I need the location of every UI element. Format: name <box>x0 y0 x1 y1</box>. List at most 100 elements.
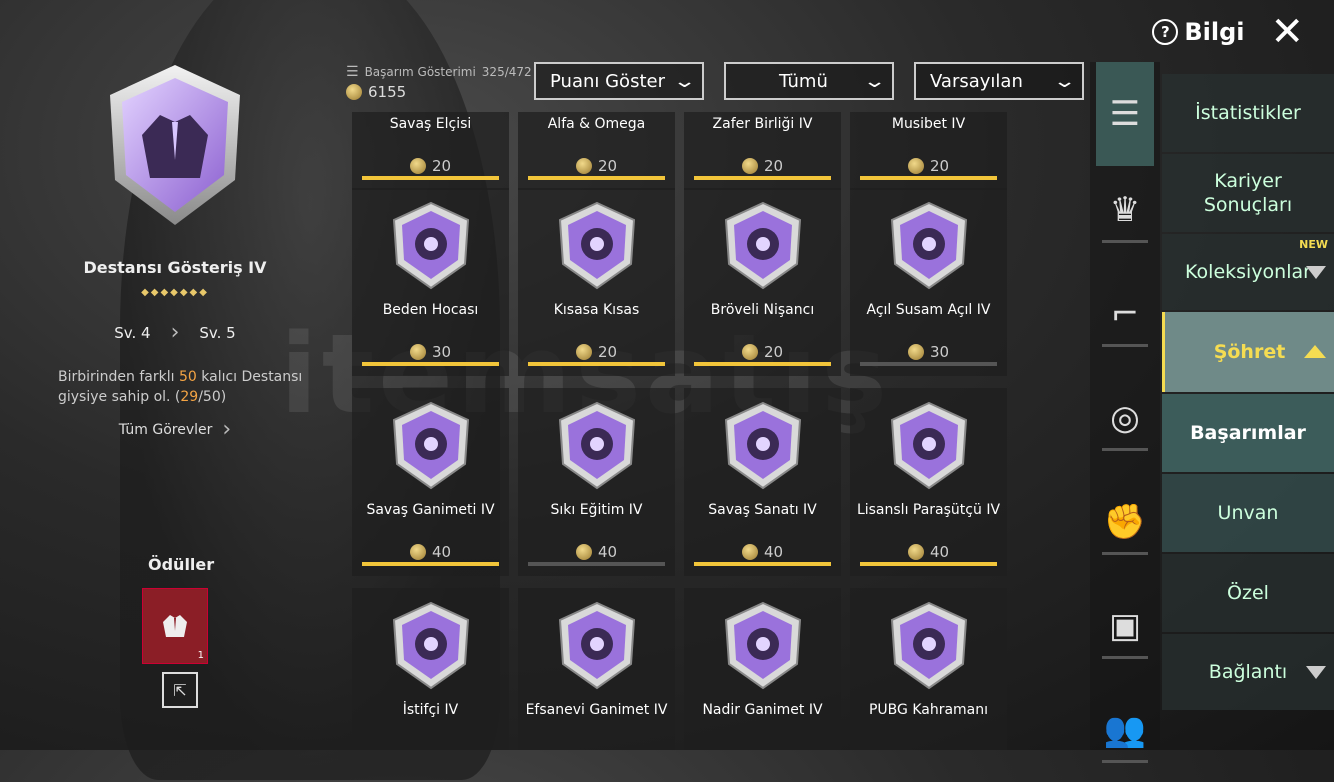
achievement-card[interactable]: Zafer Birliği IV 20 <box>684 112 841 190</box>
list-icon: ☰ <box>346 64 359 80</box>
achievement-card[interactable]: İstifçi IV <box>352 588 509 750</box>
achievement-card[interactable]: Efsanevi Ganimet IV <box>518 588 675 750</box>
coin-icon <box>907 544 924 560</box>
achievement-card[interactable]: Açıl Susam Açıl IV 30 <box>850 188 1007 376</box>
progress-fill <box>694 176 831 180</box>
coin-icon <box>575 544 592 560</box>
achievement-card[interactable]: Savaş Sanatı IV 40 <box>684 388 841 576</box>
achievement-card[interactable]: Kısasa Kısas 20 <box>518 188 675 376</box>
selected-achievement-panel: Destansı Gösteriş IV ◆◆◆◆◆◆◆ Sv. 4 › Sv.… <box>40 60 310 442</box>
desc-part: Birbirinden farklı <box>58 369 179 385</box>
coin-icon <box>409 544 426 560</box>
help-button[interactable]: ? Bilgi <box>1152 18 1244 46</box>
all-tasks-link[interactable]: Tüm Görevler › <box>40 417 310 442</box>
triangle-down-icon <box>1306 666 1326 679</box>
menu-title[interactable]: Unvan <box>1162 474 1334 552</box>
top-bar: ? Bilgi ✕ <box>1152 12 1304 52</box>
achievement-progress-bar <box>528 562 665 566</box>
achievement-progress-bar <box>860 562 997 566</box>
achievement-points-value: 20 <box>431 157 452 175</box>
achievement-card[interactable]: Bröveli Nişancı 20 <box>684 188 841 376</box>
stats-value: 325/472 <box>481 65 532 79</box>
tab-divider <box>1102 343 1148 347</box>
achievement-points: 20 <box>352 157 509 175</box>
achievement-points: 40 <box>352 543 509 561</box>
achievement-card[interactable]: Nadir Ganimet IV <box>684 588 841 750</box>
coin-icon <box>741 544 758 560</box>
share-button[interactable]: ⇱ <box>162 672 198 708</box>
achievement-title: Zafer Birliği IV <box>712 116 813 132</box>
achievement-progress-bar <box>694 562 831 566</box>
achievement-points: 20 <box>684 343 841 361</box>
progress-fill <box>528 176 665 180</box>
menu-special[interactable]: Özel <box>1162 554 1334 632</box>
achievement-points: 20 <box>518 157 675 175</box>
category-tab-list[interactable]: ☰ <box>1096 62 1154 166</box>
right-menu: İstatistikler Kariyer Sonuçları NEW Kole… <box>1162 62 1334 750</box>
achievement-badge-icon <box>392 601 470 690</box>
achievement-card[interactable]: Sıkı Eğitim IV 40 <box>518 388 675 576</box>
stats-label: Başarım Gösterimi <box>364 65 476 79</box>
achievement-title: Alfa & Omega <box>547 116 646 132</box>
achievement-card[interactable]: Beden Hocası 30 <box>352 188 509 376</box>
level-progression: Sv. 4 › Sv. 5 <box>40 320 310 345</box>
achievement-title: PUBG Kahramanı <box>868 702 989 718</box>
achievement-badge-icon <box>890 201 968 290</box>
coin-icon <box>741 344 758 360</box>
tab-divider <box>1102 759 1148 763</box>
question-icon: ? <box>1152 19 1179 45</box>
sort-dropdown[interactable]: Varsayılan ⌄ <box>914 62 1084 100</box>
menu-fame[interactable]: Şöhret <box>1162 312 1334 392</box>
rewards-title: Ödüller <box>148 555 215 574</box>
menu-connection-label: Bağlantı <box>1208 661 1288 683</box>
achievement-points-value: 40 <box>431 543 452 561</box>
achievement-points-value: 30 <box>929 343 950 361</box>
achievement-points: 40 <box>850 543 1007 561</box>
menu-collections-label: Koleksiyonlar <box>1185 261 1311 283</box>
muscle-icon: ✊ <box>1103 501 1147 542</box>
achievement-points-value: 20 <box>597 343 618 361</box>
achievement-progress-bar <box>362 362 499 366</box>
category-tab-crown[interactable]: ♛ <box>1096 170 1154 262</box>
achievement-title: Bröveli Nişancı <box>710 302 815 318</box>
chevron-right-icon: › <box>222 417 232 442</box>
category-filter-dropdown[interactable]: Tümü ⌄ <box>724 62 894 100</box>
close-button[interactable]: ✕ <box>1270 12 1304 52</box>
progress-fill <box>528 362 665 366</box>
reward-item[interactable]: 1 <box>142 588 208 664</box>
menu-collections[interactable]: NEW Koleksiyonlar <box>1162 234 1334 310</box>
category-tab-pistol[interactable]: ⌐ <box>1096 274 1154 366</box>
tab-divider <box>1102 447 1148 451</box>
achievement-points-value: 30 <box>431 343 452 361</box>
achievement-progress-bar <box>362 562 499 566</box>
achievement-card[interactable]: Musibet IV 20 <box>850 112 1007 190</box>
achievement-card[interactable]: Alfa & Omega 20 <box>518 112 675 190</box>
jacket-icon <box>163 615 187 637</box>
achievement-points-value: 20 <box>763 157 784 175</box>
crown-icon: ♛ <box>1109 189 1141 230</box>
achievement-title: Beden Hocası <box>382 302 479 318</box>
list-icon: ☰ <box>1109 94 1141 134</box>
category-tab-crate[interactable]: ▣ <box>1096 586 1154 678</box>
menu-statistics[interactable]: İstatistikler <box>1162 74 1334 152</box>
category-tab-muscle[interactable]: ✊ <box>1096 482 1154 574</box>
achievement-points: 20 <box>684 157 841 175</box>
achievement-points-value: 20 <box>763 343 784 361</box>
achievement-card[interactable]: PUBG Kahramanı <box>850 588 1007 750</box>
menu-connection[interactable]: Bağlantı <box>1162 634 1334 710</box>
achievement-progress-bar <box>528 176 665 180</box>
achievement-points: 40 <box>684 543 841 561</box>
tab-divider <box>1102 239 1148 243</box>
progress-fill <box>362 176 499 180</box>
menu-achievements[interactable]: Başarımlar <box>1162 394 1334 472</box>
achievement-progress-bar <box>362 176 499 180</box>
category-tab-friends[interactable]: 👥 <box>1096 690 1154 782</box>
achievement-card[interactable]: Lisanslı Paraşütçü IV 40 <box>850 388 1007 576</box>
achievement-points-value: 40 <box>763 543 784 561</box>
achievement-card[interactable]: Savaş Elçisi 20 <box>352 112 509 190</box>
category-tab-medal[interactable]: ◎ <box>1096 378 1154 470</box>
menu-career[interactable]: Kariyer Sonuçları <box>1162 154 1334 232</box>
achievement-card[interactable]: Savaş Ganimeti IV 40 <box>352 388 509 576</box>
points-filter-dropdown[interactable]: Puanı Göster ⌄ <box>534 62 704 100</box>
reward-count: 1 <box>197 650 204 661</box>
